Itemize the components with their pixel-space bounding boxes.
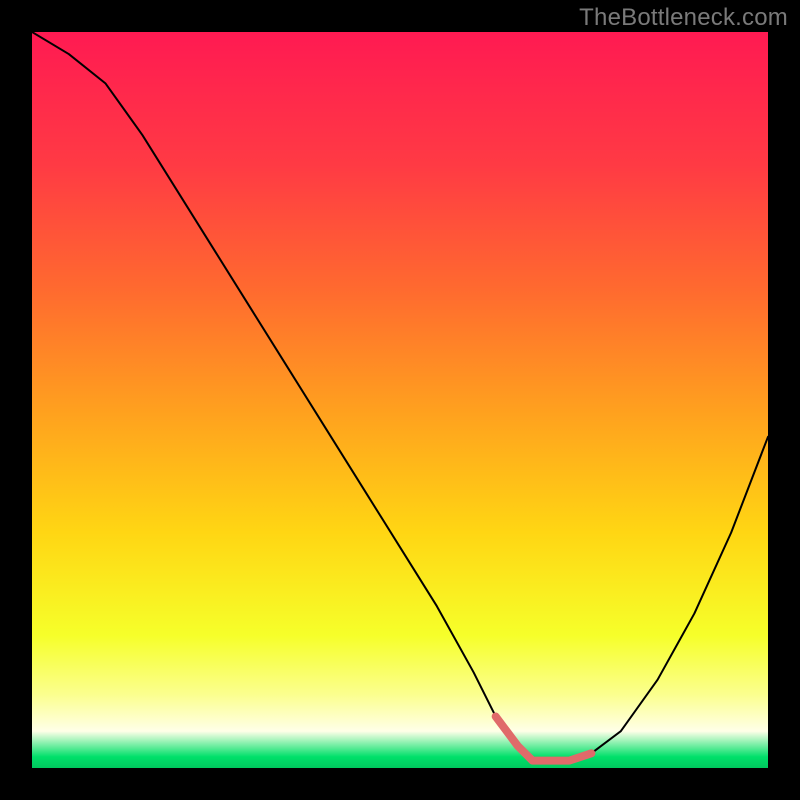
chart-svg [32,32,768,768]
watermark-text: TheBottleneck.com [579,4,788,32]
gradient-background [32,32,768,768]
plot-area [32,32,768,768]
chart-container: TheBottleneck.com [0,0,800,800]
